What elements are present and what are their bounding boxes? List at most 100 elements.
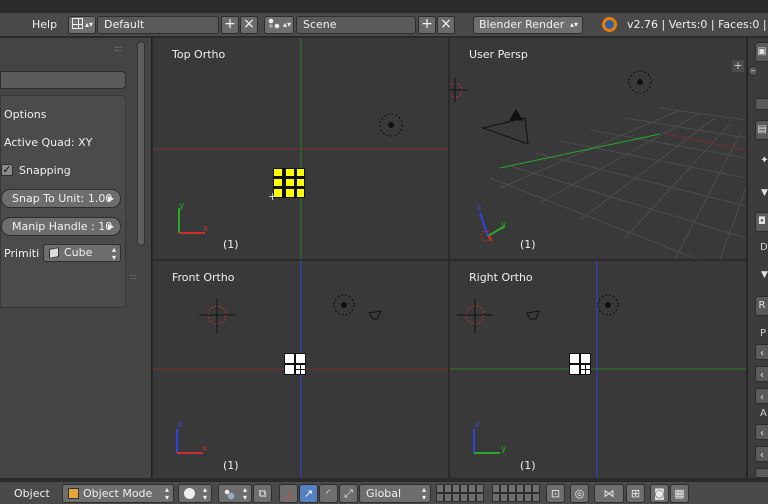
manip-handle-value: Manip Handle : 10 — [12, 220, 113, 233]
viewport-title: User Persp — [469, 48, 528, 61]
viewport-title: Front Ortho — [172, 271, 235, 284]
layer-buttons[interactable] — [492, 484, 540, 503]
lamp-icon — [597, 294, 619, 316]
frame-number: (1) — [223, 238, 239, 251]
object-menu[interactable]: Object — [14, 487, 50, 500]
render-engine-dropdown[interactable]: Blender Render ▴▾ — [473, 16, 583, 34]
perspective-grid — [489, 107, 746, 259]
label-a: A — [760, 408, 767, 419]
sphere-shading-icon — [184, 488, 195, 499]
panel-grip[interactable]: :::: — [114, 45, 126, 53]
camera-icon[interactable]: ▦ — [670, 484, 689, 503]
numeric-field[interactable]: ‹ — [755, 366, 768, 382]
lock-icon[interactable]: ⊡ — [546, 484, 565, 503]
snap-to-unit-field[interactable]: Snap To Unit: 1.00 ▶ — [1, 189, 121, 208]
updown-icon: ▴▾ — [164, 485, 169, 502]
viewport-canvas: z y — [450, 261, 746, 478]
collapse-arrow-icon[interactable]: ▼ — [760, 184, 768, 204]
numeric-field[interactable]: ‹ — [755, 424, 768, 440]
svg-text:+: + — [268, 190, 277, 203]
proportional-edit-icon[interactable]: ◎ — [570, 484, 589, 503]
add-icon[interactable]: + — [418, 16, 436, 34]
pivot-dropdown[interactable]: ▴ ▾ — [218, 484, 252, 503]
screen-layout-field[interactable]: Default — [97, 16, 219, 34]
numeric-field[interactable]: ‹ — [755, 388, 768, 404]
scene-icon — [268, 18, 280, 29]
version-stats: v2.76 | Verts:0 | Faces:0 | Tr — [627, 18, 768, 31]
updown-icon: ▴▾ — [84, 20, 93, 29]
layer-buttons[interactable] — [436, 484, 484, 503]
numeric-field[interactable] — [755, 468, 768, 478]
transform-manipulator-toggle[interactable]: ⊥ — [279, 484, 298, 503]
viewport-header: Object Object Mode ▴ ▾ ▴ ▾ ▴ ▾ ⧉ ⊥ ↗ ◜ ⤢ Gl… — [0, 481, 768, 504]
scene-icon[interactable]: ◘ — [755, 212, 768, 232]
panel-grip[interactable]: :::: — [129, 273, 141, 281]
orientation-dropdown[interactable]: Global ▴ ▾ — [359, 484, 431, 503]
tool-shelf: :::: Options Active Quad: XY ✓ Snapping … — [0, 38, 152, 478]
cube-icon — [49, 247, 59, 259]
camera-icon — [481, 109, 529, 145]
svg-text:x: x — [202, 444, 208, 454]
active-quad-label: Active Quad: XY — [4, 136, 93, 149]
shading-dropdown[interactable]: ▴ ▾ — [178, 484, 212, 503]
properties-tab[interactable] — [755, 98, 768, 110]
shelf-scrollbar[interactable] — [137, 41, 145, 246]
viewport-canvas: + y x — [153, 38, 448, 259]
updown-icon: ▴▾ — [202, 485, 207, 502]
viewport-right-ortho[interactable]: z y Right Ortho (1) — [450, 261, 746, 478]
svg-text:z: z — [475, 420, 480, 430]
updown-icon: ▴▾ — [242, 485, 247, 502]
lamp-icon — [628, 70, 652, 94]
numeric-field[interactable]: ‹ — [755, 446, 768, 462]
pivot-icon — [223, 488, 235, 500]
camera-icon[interactable]: ▤ — [755, 120, 768, 140]
screen-layout-type-dropdown[interactable]: ▴▾ — [68, 16, 96, 34]
cube-object — [569, 353, 591, 375]
operator-panel: Options Active Quad: XY ✓ Snapping Snap … — [0, 95, 126, 308]
snapping-checkbox[interactable]: ✓ — [1, 164, 13, 176]
viewport-title: Top Ortho — [172, 48, 226, 61]
close-icon[interactable]: × — [437, 16, 455, 34]
close-icon[interactable]: × — [240, 16, 258, 34]
svg-text:z: z — [477, 203, 482, 213]
viewport-canvas: z x — [153, 261, 448, 478]
right-arrow-icon[interactable]: ▶ — [108, 218, 114, 235]
viewport-user-persp[interactable]: z y User Persp (1) + — [450, 38, 746, 259]
viewport-top-ortho[interactable]: + y x Top Ortho (1) — [153, 38, 448, 259]
collapse-arrow-icon[interactable]: ▼ — [760, 266, 768, 286]
viewport-front-ortho[interactable]: z x Front Ortho (1) — [153, 261, 448, 478]
orientation-label: Global — [366, 487, 402, 500]
svg-text:y: y — [179, 201, 185, 211]
pin-icon[interactable]: ✦ — [760, 152, 768, 172]
cube-object — [284, 353, 306, 375]
snap-magnet-icon[interactable]: ⋈ — [594, 484, 624, 503]
snapping-label: Snapping — [19, 164, 71, 177]
right-arrow-icon[interactable]: ▶ — [108, 190, 114, 207]
camera-icon — [368, 310, 382, 320]
add-icon[interactable]: + — [732, 60, 744, 72]
lamp-icon — [379, 113, 403, 137]
frame-number: (1) — [520, 238, 536, 251]
properties-panel-edge: ▣ – ▤ ✦ ▼ ◘ D ▼ R P ‹ ‹ ‹ A ‹ ‹ — [747, 38, 768, 478]
label-d: D — [760, 242, 768, 253]
operator-header[interactable] — [0, 71, 126, 89]
numeric-field[interactable]: ‹ — [755, 344, 768, 360]
mode-dropdown[interactable]: Object Mode ▴ ▾ — [62, 484, 174, 503]
scene-type-dropdown[interactable]: ▴▾ — [264, 16, 294, 34]
scene-field[interactable]: Scene — [296, 16, 416, 34]
primitive-dropdown[interactable]: Cube ▴ ▾ — [43, 244, 121, 262]
scale-icon[interactable]: ⤢ — [339, 484, 358, 503]
svg-text:y: y — [501, 220, 507, 230]
render-icon[interactable]: ▣ — [755, 42, 768, 62]
manipulator-icon[interactable]: ⧉ — [253, 484, 272, 503]
menu-help[interactable]: Help — [32, 18, 57, 31]
render-icon[interactable]: ◙ — [650, 484, 669, 503]
add-icon[interactable]: + — [221, 16, 239, 34]
manip-handle-field[interactable]: Manip Handle : 10 ▶ — [1, 217, 121, 236]
r-button[interactable]: R — [755, 296, 768, 316]
minus-icon[interactable]: – — [748, 66, 758, 76]
translate-icon[interactable]: ↗ — [299, 484, 318, 503]
snap-target-icon[interactable]: ⊞ — [626, 484, 645, 503]
frame-number: (1) — [520, 459, 536, 472]
rotate-icon[interactable]: ◜ — [319, 484, 338, 503]
